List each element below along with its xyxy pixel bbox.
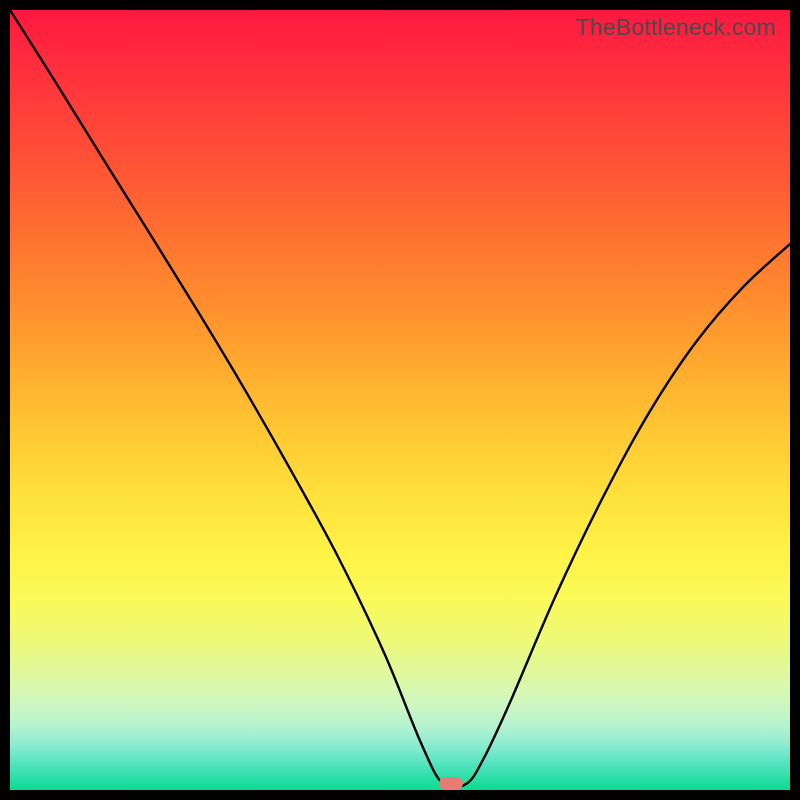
plot-area: TheBottleneck.com xyxy=(10,10,790,790)
chart-frame: TheBottleneck.com xyxy=(0,0,800,800)
bottleneck-curve xyxy=(10,10,790,790)
optimum-marker xyxy=(439,777,463,790)
